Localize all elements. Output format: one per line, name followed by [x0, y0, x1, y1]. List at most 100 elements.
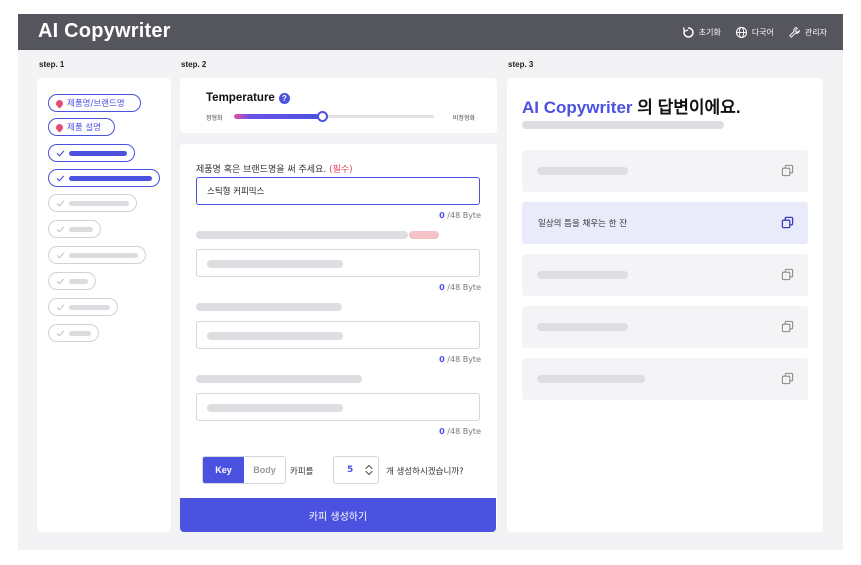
admin-button[interactable]: 관리자 — [788, 26, 827, 39]
copy-count-stepper[interactable]: 5 — [333, 456, 379, 484]
language-label: 다국어 — [751, 27, 774, 37]
header-actions: 초기화 다국어 관리자 — [682, 14, 827, 50]
byte-counter: 0 /48 Byte — [439, 355, 481, 364]
text-field[interactable] — [196, 393, 480, 421]
placeholder-bar — [207, 404, 343, 412]
step1-panel: 제품명/브랜드명 제품 설명 — [37, 78, 171, 532]
chip-placeholder-bar — [68, 252, 138, 258]
reset-button[interactable]: 초기화 — [682, 26, 721, 39]
chip-option[interactable] — [48, 220, 101, 238]
chip-brand-name[interactable]: 제품명/브랜드명 — [48, 94, 141, 112]
copy-icon[interactable] — [781, 372, 794, 385]
slider-min-label: 정형화 — [206, 115, 223, 122]
byte-counter: 0 /48 Byte — [439, 427, 481, 436]
chip-placeholder-bar — [68, 278, 88, 284]
check-icon — [56, 330, 65, 337]
copy-count-value: 5 — [347, 465, 354, 475]
placeholder-bar — [196, 375, 362, 383]
generate-copy-button[interactable]: 카피 생성하기 — [180, 498, 496, 532]
result-text: 일상의 틈을 채우는 한 잔 — [538, 219, 628, 229]
chip-label: 제품명/브랜드명 — [67, 99, 125, 109]
check-icon — [56, 150, 65, 157]
temperature-title-text: Temperature — [206, 92, 275, 104]
placeholder-bar — [207, 260, 343, 268]
slider-max-label: 비정형화 — [452, 115, 475, 122]
chip-product-description[interactable]: 제품 설명 — [48, 118, 115, 136]
reset-label: 초기화 — [698, 27, 721, 37]
slider-fill — [234, 114, 322, 119]
help-icon[interactable]: ? — [278, 92, 290, 104]
placeholder-bar — [522, 121, 724, 129]
copy-icon[interactable] — [781, 320, 794, 333]
mode-toggle[interactable]: Key Body — [202, 456, 286, 484]
temperature-panel: Temperature ? 정형화 비정형화 — [180, 78, 497, 133]
placeholder-bar — [409, 231, 439, 239]
chip-option[interactable] — [48, 324, 99, 342]
pin-icon — [54, 98, 65, 108]
text-field[interactable] — [196, 249, 480, 277]
text-field[interactable] — [196, 321, 480, 349]
chip-option[interactable] — [48, 272, 96, 290]
step3-label: step. 3 — [508, 60, 534, 69]
check-icon — [56, 175, 65, 182]
result-item[interactable] — [522, 150, 808, 192]
placeholder-bar — [196, 303, 342, 311]
placeholder-bar — [207, 332, 343, 340]
chip-placeholder-bar — [69, 226, 93, 232]
globe-icon — [735, 26, 747, 38]
brand-name-field[interactable] — [196, 177, 480, 205]
placeholder-bar — [537, 167, 628, 175]
result-item[interactable] — [522, 306, 808, 348]
byte-counter: 0 /48 Byte — [439, 211, 481, 220]
slider-handle[interactable] — [317, 111, 328, 122]
placeholder-bar — [537, 271, 628, 279]
copy-icon[interactable] — [781, 268, 794, 281]
check-icon — [56, 252, 65, 259]
temperature-title: Temperature ? — [206, 92, 290, 104]
chip-option[interactable] — [48, 298, 118, 316]
placeholder-bar — [537, 323, 628, 331]
language-button[interactable]: 다국어 — [735, 26, 774, 39]
chip-option[interactable] — [48, 144, 135, 162]
chip-placeholder-bar — [69, 150, 127, 156]
temperature-slider[interactable] — [234, 111, 434, 122]
placeholder-bar — [196, 231, 408, 239]
byte-max: /48 Byte — [444, 211, 481, 220]
check-icon — [56, 226, 65, 233]
chip-option[interactable] — [48, 169, 160, 187]
result-title-brand: AI Copywriter — [522, 98, 633, 117]
placeholder-bar — [537, 375, 645, 383]
step2-label: step. 2 — [181, 60, 207, 69]
reset-icon — [682, 26, 694, 38]
chip-placeholder-bar — [68, 304, 110, 310]
copy-icon[interactable] — [781, 216, 794, 229]
required-badge: (필수) — [329, 165, 353, 175]
check-icon — [56, 278, 64, 284]
chip-option[interactable] — [48, 194, 137, 212]
result-item[interactable] — [522, 254, 808, 296]
step1-label: step. 1 — [39, 60, 65, 69]
mode-key-button[interactable]: Key — [203, 457, 244, 483]
check-icon — [56, 200, 65, 207]
copy-icon[interactable] — [781, 164, 794, 177]
chip-label: 제품 설명 — [67, 123, 101, 133]
admin-label: 관리자 — [804, 27, 827, 37]
check-icon — [56, 304, 65, 311]
mode-body-button[interactable]: Body — [244, 457, 285, 483]
brand-name-input[interactable] — [197, 178, 479, 204]
result-title: AI Copywriter 의 답변이에요. — [522, 93, 741, 118]
wrench-icon — [789, 26, 800, 38]
byte-max: /48 Byte — [444, 427, 481, 436]
result-panel: AI Copywriter 의 답변이에요. 일상의 틈을 채우는 한 잔 — [507, 78, 823, 532]
byte-max: /48 Byte — [444, 355, 481, 364]
result-title-text: 의 답변이에요. — [632, 98, 741, 117]
app-logo[interactable]: AI Copywriter — [38, 20, 171, 43]
brand-name-label: 제품명 혹은 브랜드명을 써 주세요. (필수) — [196, 162, 353, 175]
result-item-selected[interactable]: 일상의 틈을 채우는 한 잔 — [522, 202, 808, 244]
pin-icon — [54, 122, 65, 132]
chip-placeholder-bar — [68, 175, 152, 181]
stepper-arrows-icon[interactable] — [365, 464, 373, 476]
chip-placeholder-bar — [69, 200, 129, 206]
chip-option[interactable] — [48, 246, 146, 264]
result-item[interactable] — [522, 358, 808, 400]
